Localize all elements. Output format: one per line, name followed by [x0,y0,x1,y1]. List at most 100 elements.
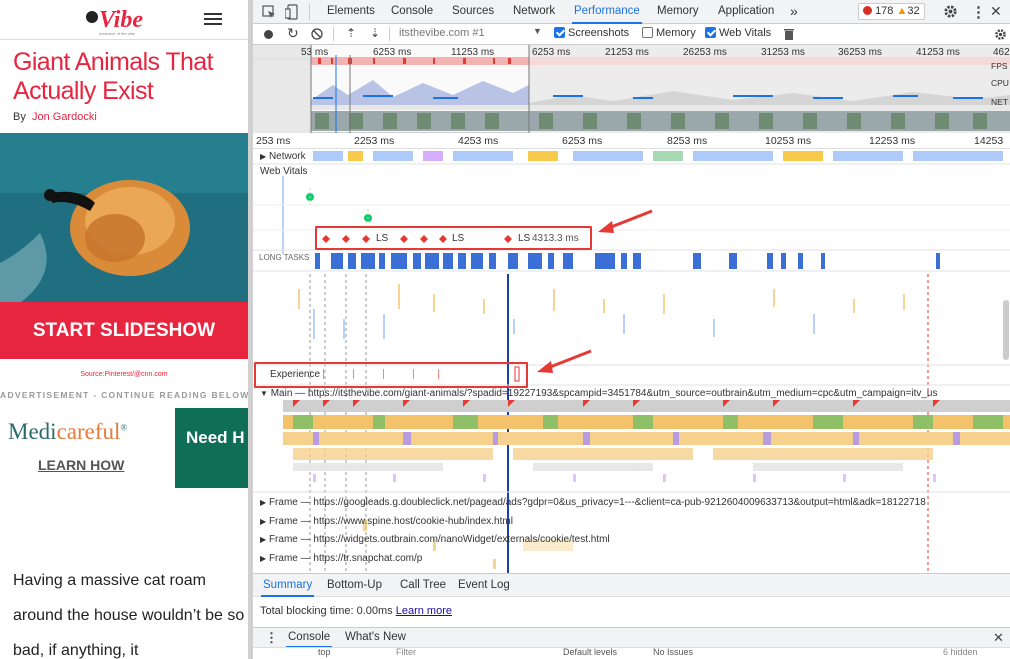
memory-checkbox[interactable]: Memory [642,27,696,39]
close-drawer-icon[interactable]: ✕ [993,630,1004,646]
network-track-toggle[interactable]: ▶ Network [260,151,306,162]
expand-arrow-icon: ▶ [260,554,267,563]
reload-record-icon[interactable]: ↻ [287,25,299,42]
ruler-tick: 12253 ms [869,135,916,147]
ruler-tick: 253 ms [256,135,291,147]
fps-label: FPS [991,61,1008,71]
context-select[interactable]: top [318,647,331,657]
save-profile-icon[interactable]: ⇣ [370,26,380,40]
author-link[interactable]: Jon Gardocki [32,111,97,123]
web-vitals-checkbox[interactable]: Web Vitals [705,27,771,39]
timeline-overview[interactable]: 53 ms 6253 ms 11253 ms 6253 ms 21253 ms … [253,45,1010,133]
tab-elements[interactable]: Elements [325,0,377,24]
frame-track-toggle[interactable]: ▶ Frame — https://www.spine.host/cookie-… [260,516,513,527]
tab-sources[interactable]: Sources [450,0,496,24]
tab-summary[interactable]: Summary [261,574,315,597]
overview-tick: 31253 ms [761,47,805,58]
layout-shift-highlight-box [315,226,592,250]
drawer-tab-bar: ⋮ Console What's New ✕ [253,627,1010,648]
tab-network[interactable]: Network [511,0,557,24]
vibe-logo[interactable]: Vibe exclusive of the vibe [84,3,166,37]
tab-call-tree[interactable]: Call Tree [398,574,448,598]
ruler-tick: 4253 ms [458,135,499,147]
clear-icon[interactable] [311,28,323,40]
tab-console[interactable]: Console [389,0,435,24]
drawer-menu-icon[interactable]: ⋮ [265,630,278,646]
advertisement-label: ADVERTISEMENT - CONTINUE READING BELOW [0,390,248,400]
recording-dropdown-icon[interactable]: ▼ [533,26,542,36]
screenshots-checkbox[interactable]: Screenshots [554,27,629,39]
image-source: Source:Pinterest/@cnn.com [80,371,168,378]
devtools-tab-bar: Elements Console Sources Network Perform… [253,0,1010,24]
log-levels-select[interactable]: Default levels [563,647,617,657]
ad-brand[interactable]: Medicareful® [8,419,127,445]
expand-arrow-icon: ▶ [260,535,267,544]
issues-button[interactable]: No Issues [653,647,693,657]
start-slideshow-button[interactable]: START SLIDESHOW [0,302,248,359]
load-profile-icon[interactable]: ⇡ [346,26,356,40]
warning-count: 32 [907,5,920,17]
timeline-scrollbar[interactable] [1003,300,1009,360]
ad-banner[interactable]: Need H [175,408,248,488]
device-toolbar-icon[interactable] [285,4,299,20]
console-toolbar: Filter Default levels No Issues top 6 hi… [253,647,1010,659]
annotation-arrow-icon [537,349,592,373]
hero-image [0,133,248,303]
record-icon[interactable] [264,30,273,39]
close-devtools-icon[interactable]: ✕ [990,3,1002,20]
overview-tick: 6253 ms [373,47,412,58]
inspect-element-icon[interactable] [262,5,276,19]
web-vitals-track-label: Web Vitals [260,166,308,177]
overview-tick: 53 ms [301,47,329,58]
more-options-icon[interactable]: ⋮ [971,3,986,21]
overview-tick: 41253 ms [916,47,960,58]
long-tasks-label: LONG TASKS [259,253,310,262]
tab-performance[interactable]: Performance [572,0,642,24]
error-icon [863,6,872,15]
frame-track-toggle[interactable]: ▶ Frame — https://tr.snapchat.com/p [260,553,422,564]
tab-event-log[interactable]: Event Log [456,574,512,598]
more-tabs-chevron-icon[interactable]: » [788,0,800,24]
issues-counter[interactable]: 178 ▲32 [858,3,925,20]
article-body: Having a massive cat roam around the hou… [13,572,245,659]
overview-tick: 11253 ms [451,47,495,58]
overview-tick: 4625 [993,47,1010,58]
details-tab-bar: Summary Bottom-Up Call Tree Event Log [253,573,1010,597]
performance-toolbar: ↻ ⇡ ⇣ itsthevibe.com #1 ▼ Screenshots Me… [253,24,1010,45]
tab-bottom-up[interactable]: Bottom-Up [325,574,384,598]
overview-tick: 6253 ms [532,47,571,58]
collapse-arrow-icon: ▼ [260,389,268,398]
overview-tick: 21253 ms [605,47,649,58]
experience-highlight-box [254,362,528,388]
ruler-tick: 6253 ms [562,135,603,147]
tab-memory[interactable]: Memory [655,0,701,24]
expand-arrow-icon: ▶ [260,517,267,526]
warning-icon: ▲ [896,5,908,17]
menu-icon[interactable] [204,10,222,28]
settings-gear-icon[interactable] [943,4,958,19]
devtools-panel: Elements Console Sources Network Perform… [253,0,1010,659]
cpu-label: CPU [991,78,1009,88]
frame-track-toggle[interactable]: ▶ Frame — https://widgets.outbrain.com/n… [260,534,610,545]
expand-arrow-icon: ▶ [260,498,267,507]
site-header: Vibe exclusive of the vibe [0,0,248,40]
ad-brand-part1: Medi [8,419,57,444]
checkbox-icon [554,27,565,38]
timeline-ruler: 253 ms 2253 ms 4253 ms 6253 ms 8253 ms 1… [253,133,1010,149]
drawer-tab-console[interactable]: Console [286,628,333,648]
learn-more-link[interactable]: Learn more [396,605,452,617]
ruler-tick: 8253 ms [667,135,708,147]
drawer-tab-whats-new[interactable]: What's New [343,628,408,648]
ruler-tick: 10253 ms [765,135,812,147]
overview-tick: 26253 ms [683,47,727,58]
recording-select[interactable]: itsthevibe.com #1 [399,27,485,39]
tab-application[interactable]: Application [716,0,776,24]
svg-text:exclusive of the vibe: exclusive of the vibe [99,31,136,36]
frame-track-toggle[interactable]: ▶ Frame — https://googleads.g.doubleclic… [260,497,1010,508]
main-thread-toggle[interactable]: ▼ Main — https://itsthevibe.com/giant-an… [260,388,1010,399]
ad-learn-how-link[interactable]: LEARN HOW [38,457,124,473]
capture-settings-gear-icon[interactable] [994,28,1007,41]
garbage-collect-icon[interactable] [784,28,794,40]
console-filter-input[interactable]: Filter [396,647,416,657]
website-viewport: Vibe exclusive of the vibe Giant Animals… [0,0,248,659]
